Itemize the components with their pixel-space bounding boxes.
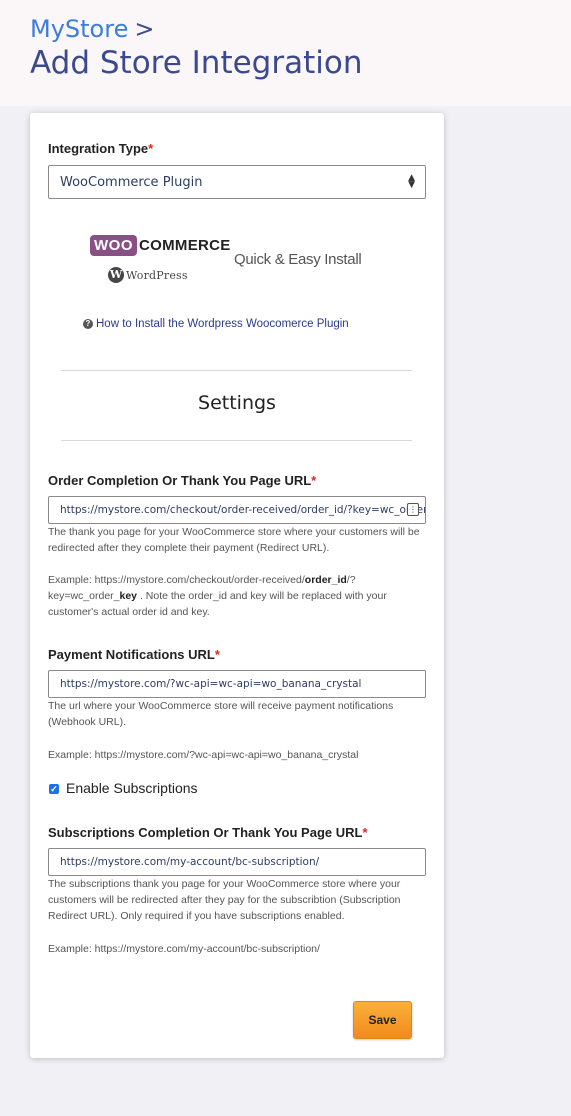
integration-type-select[interactable]: WooCommerce Plugin ▲ ▼ [48, 165, 426, 199]
breadcrumb-mystore-link[interactable]: MyStore [30, 15, 128, 43]
settings-heading: Settings [198, 392, 276, 414]
field-autofill-icon[interactable]: ⋮ [407, 503, 419, 516]
payment-url-input[interactable]: https://mystore.com/?wc-api=wc-api=wo_ba… [48, 670, 426, 698]
enable-subscriptions-checkbox[interactable]: ✓ [49, 784, 59, 794]
wordpress-logo: W WordPress [108, 267, 188, 283]
enable-subscriptions-label[interactable]: Enable Subscriptions [66, 780, 198, 796]
subscription-url-help: The subscriptions thank you page for you… [48, 878, 401, 922]
integration-type-label: Integration Type* [48, 141, 154, 156]
integration-form-card: Integration Type* WooCommerce Plugin ▲ ▼ … [30, 113, 444, 1058]
wordpress-icon: W [108, 267, 124, 283]
divider [61, 370, 412, 371]
order-url-help: The thank you page for your WooCommerce … [48, 526, 420, 554]
required-mark: * [362, 825, 368, 840]
subscription-url-input[interactable]: https://mystore.com/my-account/bc-subscr… [48, 848, 426, 876]
order-url-value: https://mystore.com/checkout/order-recei… [60, 504, 426, 516]
howto-install-link[interactable]: ? How to Install the Wordpress Woocomerc… [83, 318, 349, 330]
breadcrumb: MyStore > [30, 14, 154, 44]
required-mark: * [214, 647, 220, 662]
order-url-label: Order Completion Or Thank You Page URL* [48, 473, 317, 488]
payment-url-help: The url where your WooCommerce store wil… [48, 700, 394, 728]
order-url-input[interactable]: https://mystore.com/checkout/order-recei… [48, 496, 426, 524]
howto-install-link-text[interactable]: How to Install the Wordpress Woocomerce … [96, 318, 349, 330]
breadcrumb-separator: > [134, 15, 155, 43]
quick-install-text: Quick & Easy Install [234, 251, 362, 268]
save-button[interactable]: Save [353, 1001, 412, 1039]
page-title: Add Store Integration [30, 45, 363, 81]
question-circle-icon: ? [83, 319, 93, 329]
page-header: MyStore > Add Store Integration [0, 0, 571, 106]
select-arrows-icon: ▲ ▼ [408, 173, 415, 190]
payment-url-example: Example: https://mystore.com/?wc-api=wc-… [48, 749, 359, 761]
order-url-example: Example: https://mystore.com/checkout/or… [48, 574, 387, 618]
divider [61, 440, 412, 441]
integration-type-value: WooCommerce Plugin [60, 175, 203, 190]
subscription-url-example: Example: https://mystore.com/my-account/… [48, 943, 320, 955]
required-mark: * [148, 141, 154, 156]
woocommerce-logo: WOO COMMERCE [90, 235, 231, 256]
required-mark: * [311, 473, 317, 488]
payment-url-label: Payment Notifications URL* [48, 647, 220, 662]
subscription-url-label: Subscriptions Completion Or Thank You Pa… [48, 825, 368, 840]
